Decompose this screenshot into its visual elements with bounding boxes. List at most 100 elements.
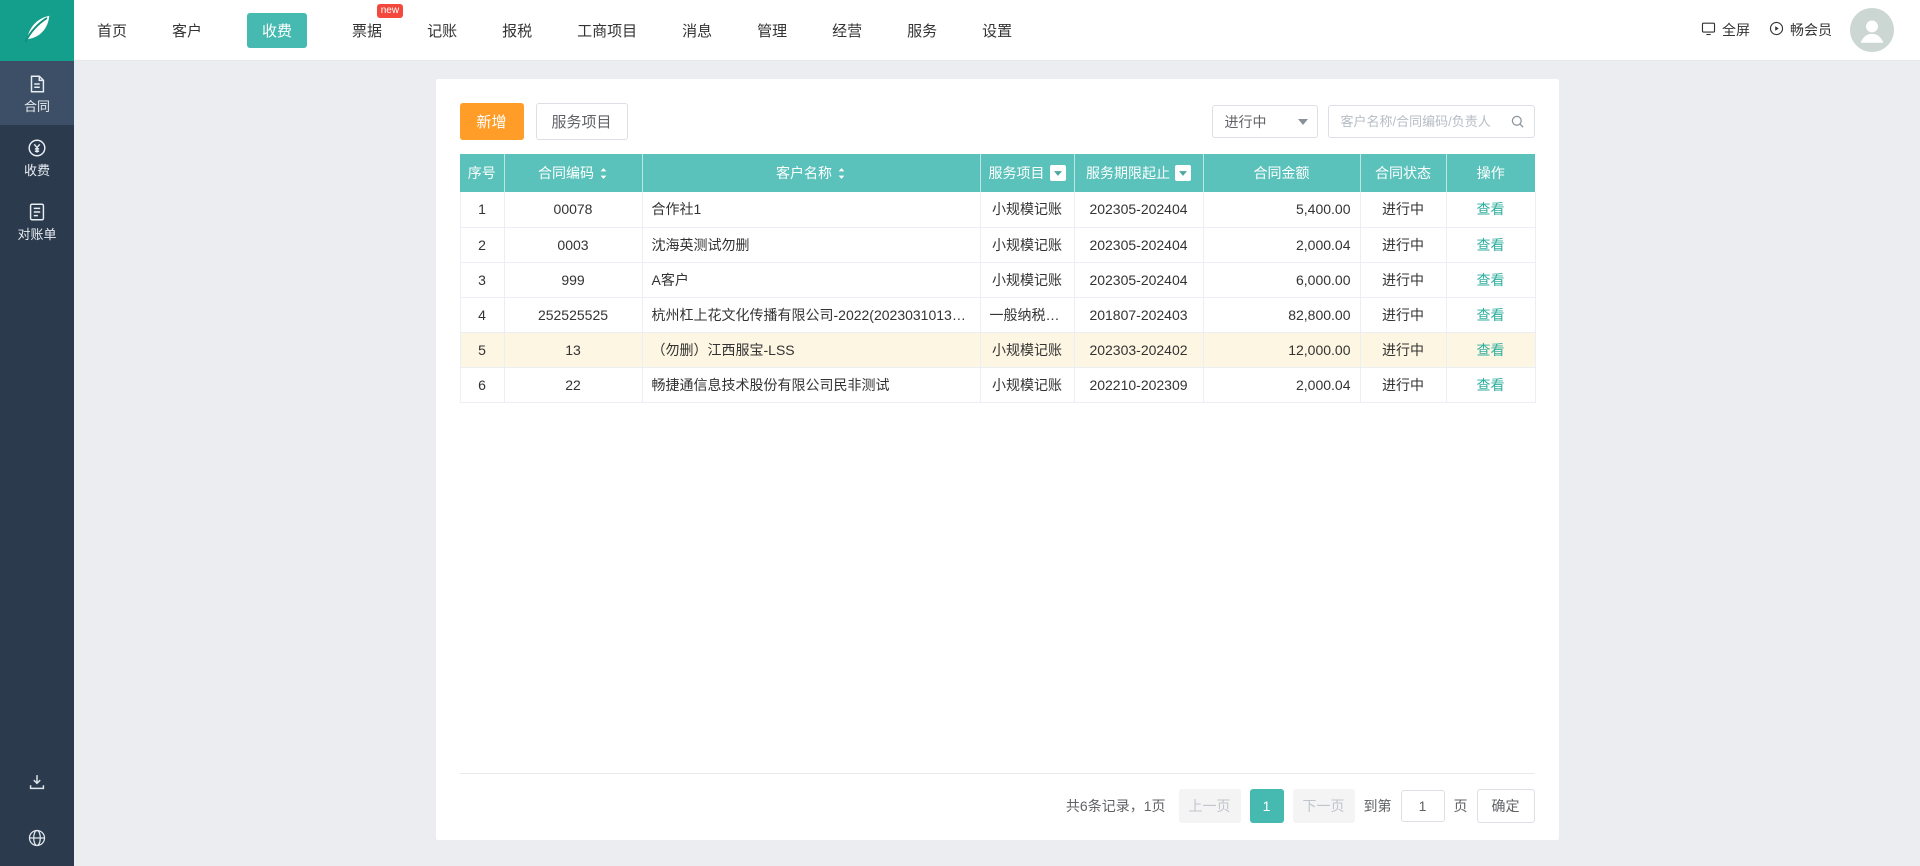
- nav-item-label: 工商项目: [577, 22, 638, 40]
- nav-item-invoices[interactable]: 票据 new: [352, 3, 404, 48]
- sidebar-item-fees[interactable]: 收费: [0, 125, 74, 189]
- column-label: 序号: [467, 165, 496, 181]
- column-label: 操作: [1476, 165, 1505, 181]
- panel-spacer: [460, 403, 1535, 774]
- sidebar-item-label: 合同: [23, 99, 50, 114]
- search-icon[interactable]: [1509, 113, 1526, 130]
- table-row: 6 22 畅捷通信息技术股份有限公司民非测试 小规模记账 202210-202309 2,…: [459, 367, 1536, 403]
- page-number-button[interactable]: 1: [1249, 789, 1284, 823]
- cell-code: 252525525: [504, 297, 643, 333]
- column-header-operation[interactable]: 操作: [1446, 154, 1535, 192]
- member-label: 畅会员: [1790, 22, 1832, 38]
- column-label: 合同编码: [538, 165, 594, 181]
- nav-item-label: 报税: [502, 22, 533, 40]
- view-link[interactable]: 查看: [1477, 342, 1505, 358]
- cell-customer: （勿删）江西服宝-LSS: [642, 332, 981, 368]
- cell-status: 进行中: [1360, 227, 1447, 263]
- nav-item-tax[interactable]: 报税: [502, 13, 532, 48]
- sort-icon[interactable]: [837, 167, 846, 180]
- nav-item-bookkeeping[interactable]: 记账: [427, 13, 457, 48]
- status-filter-select[interactable]: 进行中: [1211, 105, 1318, 138]
- cell-service: 小规模记账: [980, 367, 1075, 403]
- confirm-button[interactable]: 确定: [1476, 789, 1535, 823]
- cell-action: 查看: [1446, 262, 1536, 298]
- nav-item-home[interactable]: 首页: [97, 13, 127, 48]
- nav-item-management[interactable]: 管理: [757, 13, 787, 48]
- cell-customer: 沈海英测试勿删: [642, 227, 981, 263]
- nav-item-label: 消息: [682, 22, 713, 40]
- nav-item-settings[interactable]: 设置: [982, 13, 1012, 48]
- column-header-contract-code[interactable]: 合同编码: [504, 154, 643, 192]
- avatar[interactable]: [1850, 8, 1894, 52]
- nav-item-messages[interactable]: 消息: [682, 13, 712, 48]
- nav-item-services[interactable]: 服务: [907, 13, 937, 48]
- sort-icon[interactable]: [599, 167, 608, 180]
- cell-code: 999: [504, 262, 643, 298]
- sidebar-download-button[interactable]: [0, 754, 74, 810]
- status-filter-value: 进行中: [1224, 113, 1267, 130]
- fullscreen-button[interactable]: 全屏: [1700, 20, 1750, 40]
- pagination: 共6条记录，1页 上一页 1 下一页 到第 页 确定: [459, 773, 1535, 840]
- view-link[interactable]: 查看: [1477, 237, 1505, 253]
- member-button[interactable]: 畅会员: [1768, 20, 1832, 40]
- column-header-contract-amount[interactable]: 合同金额: [1203, 154, 1361, 192]
- add-button[interactable]: 新增: [459, 103, 524, 140]
- column-label: 服务项目: [988, 165, 1045, 181]
- column-label: 客户名称: [776, 165, 832, 181]
- fullscreen-label: 全屏: [1722, 22, 1750, 38]
- cell-customer: 合作社1: [642, 192, 981, 228]
- contract-icon: [26, 73, 48, 95]
- search-input[interactable]: [1338, 113, 1509, 130]
- contracts-panel: 新增 服务项目 进行中 客户名称/合同编码/负责人 序号 合同编码 客户名称 服…: [435, 79, 1559, 840]
- member-play-icon: [1768, 20, 1785, 40]
- prev-page-button[interactable]: 上一页: [1178, 789, 1241, 823]
- column-header-inner: 服务项目: [985, 163, 1070, 183]
- cell-status: 进行中: [1360, 367, 1447, 403]
- app-root: 合同 收费 对账单 首页 客户 收费 票据 new 记账 报税 工商项目 消息 管理 经营 服务 设置 全屏…: [0, 0, 1920, 866]
- sidebar-item-contract[interactable]: 合同: [0, 61, 74, 125]
- nav-item-business-projects[interactable]: 工商项目: [577, 13, 637, 48]
- column-header-inner: 合同编码: [509, 163, 638, 183]
- column-header-customer-name[interactable]: 客户名称: [642, 154, 981, 192]
- toolbar-right: 进行中: [1211, 105, 1535, 138]
- content-area: 新增 服务项目 进行中 客户名称/合同编码/负责人 序号 合同编码 客户名称 服…: [74, 61, 1920, 866]
- column-header-service-item[interactable]: 服务项目: [980, 154, 1075, 192]
- cell-status: 进行中: [1360, 192, 1447, 228]
- view-link[interactable]: 查看: [1477, 201, 1505, 217]
- cell-action: 查看: [1446, 192, 1536, 228]
- nav-item-customers[interactable]: 客户: [172, 13, 202, 48]
- app-logo[interactable]: [0, 0, 74, 61]
- nav-item-fees[interactable]: 收费: [247, 12, 308, 48]
- table-row: 5 13 （勿删）江西服宝-LSS 小规模记账 202303-202402 12,000.…: [459, 332, 1536, 368]
- cell-period: 202305-202404: [1074, 262, 1204, 298]
- sidebar-globe-button[interactable]: [0, 810, 74, 866]
- logo-leaf-icon: [19, 10, 55, 51]
- next-page-button[interactable]: 下一页: [1292, 789, 1355, 823]
- column-header-contract-status[interactable]: 合同状态: [1360, 154, 1447, 192]
- filter-caret-icon[interactable]: [1175, 165, 1191, 181]
- column-header-serial[interactable]: 序号: [460, 154, 505, 192]
- column-header-service-period[interactable]: 服务期限起止: [1074, 154, 1204, 192]
- filter-caret-icon[interactable]: [1049, 165, 1066, 181]
- download-icon: [26, 771, 48, 793]
- person-icon: [1855, 13, 1889, 52]
- view-link[interactable]: 查看: [1477, 307, 1505, 323]
- nav-item-label: 收费: [262, 22, 293, 40]
- nav-item-operations[interactable]: 经营: [832, 13, 862, 48]
- cell-no: 1: [459, 192, 505, 228]
- view-link[interactable]: 查看: [1477, 272, 1505, 288]
- view-link[interactable]: 查看: [1477, 377, 1505, 393]
- sidebar-item-label: 收费: [23, 163, 50, 178]
- column-header-inner: 服务期限起止: [1079, 163, 1199, 183]
- column-label: 合同状态: [1375, 165, 1431, 181]
- column-header-inner: 客户名称: [647, 163, 976, 183]
- goto-page-input[interactable]: [1400, 790, 1445, 822]
- topbar: 首页 客户 收费 票据 new 记账 报税 工商项目 消息 管理 经营 服务 设置 全屏 畅会员: [74, 0, 1920, 61]
- nav-item-label: 首页: [97, 22, 128, 40]
- sidebar-item-statements[interactable]: 对账单: [0, 189, 74, 253]
- service-items-button[interactable]: 服务项目: [535, 103, 628, 140]
- cell-customer: A客户: [642, 262, 981, 298]
- cell-customer: 杭州杠上花文化传播有限公司-2022(202303101304...: [642, 297, 981, 333]
- column-header-inner: 合同状态: [1365, 163, 1442, 183]
